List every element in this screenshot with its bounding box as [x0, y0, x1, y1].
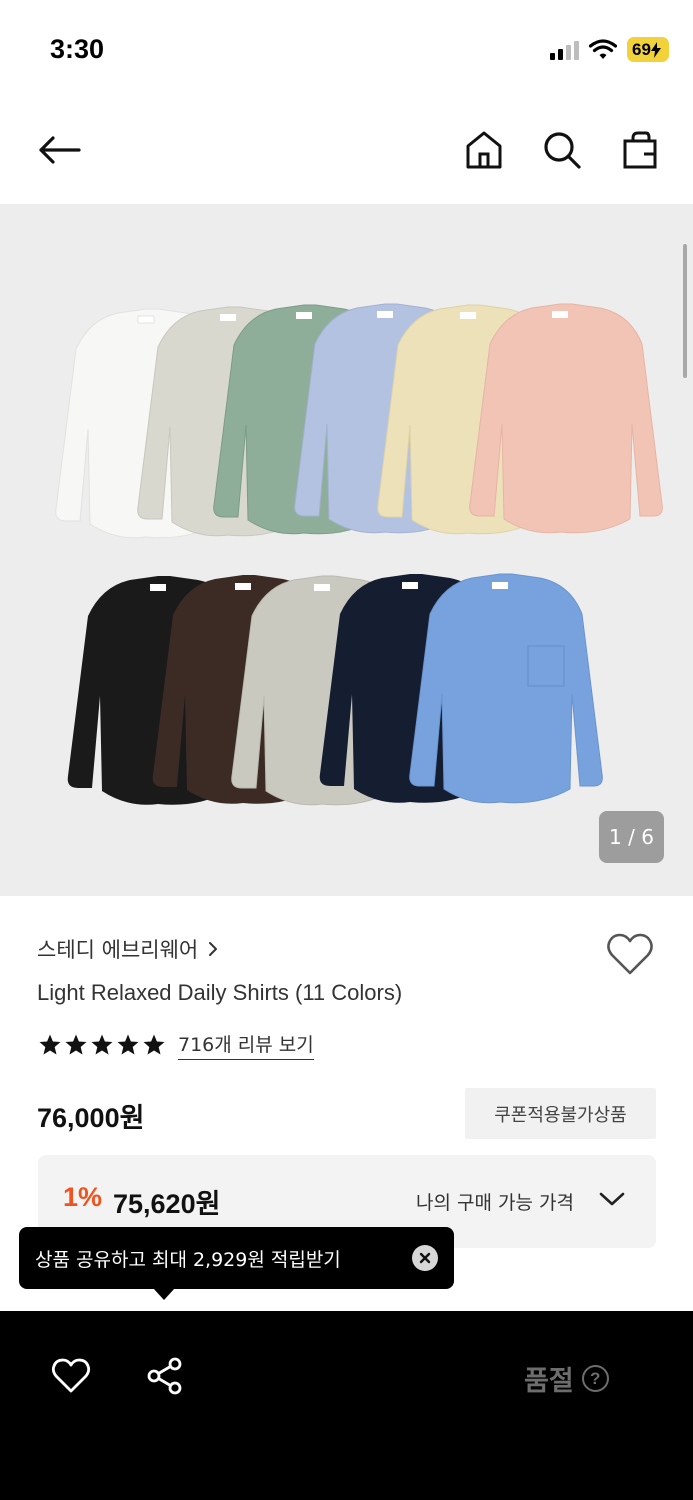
my-price-label: 나의 구매 가능 가격: [416, 1192, 574, 1214]
search-icon: [544, 132, 581, 169]
tooltip-pointer: [153, 1288, 175, 1300]
chevron-right-icon: [209, 942, 218, 956]
bottom-action-bar: 품절 ?: [0, 1311, 693, 1500]
star-icon: [39, 1034, 61, 1055]
star-icon: [91, 1034, 113, 1055]
wishlist-button[interactable]: [605, 930, 655, 980]
star-icon: [117, 1034, 139, 1055]
close-icon: [419, 1252, 431, 1264]
rating-stars: [38, 1033, 166, 1057]
help-icon[interactable]: ?: [581, 1365, 609, 1392]
cellular-signal-icon: [550, 40, 579, 60]
rating-row: 716개 리뷰 보기: [38, 1030, 314, 1060]
charging-bolt-icon: [650, 41, 661, 58]
vertical-scroll-indicator: [683, 244, 687, 378]
sold-out-label: 품절: [524, 1366, 574, 1397]
product-image-gallery[interactable]: 1 / 6: [0, 204, 693, 896]
tooltip-close-button[interactable]: [412, 1245, 438, 1271]
back-arrow-icon: [39, 136, 81, 164]
tooltip-text: 상품 공유하고 최대 2,929원 적립받기: [35, 1248, 341, 1271]
brand-link[interactable]: 스테디 에브리웨어: [37, 934, 218, 964]
search-button[interactable]: [536, 124, 588, 176]
sold-out-status: 품절 ?: [524, 1359, 609, 1398]
battery-level: 69: [632, 39, 651, 59]
heart-outline-icon: [51, 1358, 91, 1393]
bottom-wishlist-button[interactable]: [46, 1354, 96, 1398]
coupon-badge: 쿠폰적용불가상품: [465, 1088, 656, 1139]
home-icon: [466, 131, 502, 169]
discount-rate: 1%: [63, 1182, 103, 1212]
status-bar: 3:30 69: [0, 0, 693, 100]
home-button[interactable]: [458, 124, 510, 176]
star-icon: [143, 1034, 165, 1055]
back-button[interactable]: [33, 124, 85, 176]
shopping-bag-icon: [623, 131, 657, 169]
product-image: [55, 303, 663, 806]
cart-button[interactable]: [614, 124, 666, 176]
battery-indicator: 69: [627, 37, 669, 62]
product-name: Light Relaxed Daily Shirts (11 Colors): [37, 980, 403, 1005]
heart-outline-icon: [607, 933, 653, 975]
wifi-icon: [589, 38, 617, 59]
share-reward-tooltip: 상품 공유하고 최대 2,929원 적립받기: [19, 1227, 454, 1289]
share-icon: [147, 1357, 182, 1395]
review-link[interactable]: 716개 리뷰 보기: [178, 1030, 314, 1060]
star-icon: [65, 1034, 87, 1055]
brand-name: 스테디 에브리웨어: [37, 938, 199, 962]
image-page-indicator: 1 / 6: [599, 811, 664, 863]
chevron-down-icon[interactable]: [598, 1189, 626, 1209]
status-time: 3:30: [50, 34, 105, 64]
share-button[interactable]: [142, 1354, 188, 1398]
status-indicators: 69: [550, 37, 669, 62]
my-purchase-price: 75,620원: [113, 1189, 221, 1219]
top-navigation: [0, 100, 693, 204]
product-price: 76,000원: [37, 1103, 145, 1133]
